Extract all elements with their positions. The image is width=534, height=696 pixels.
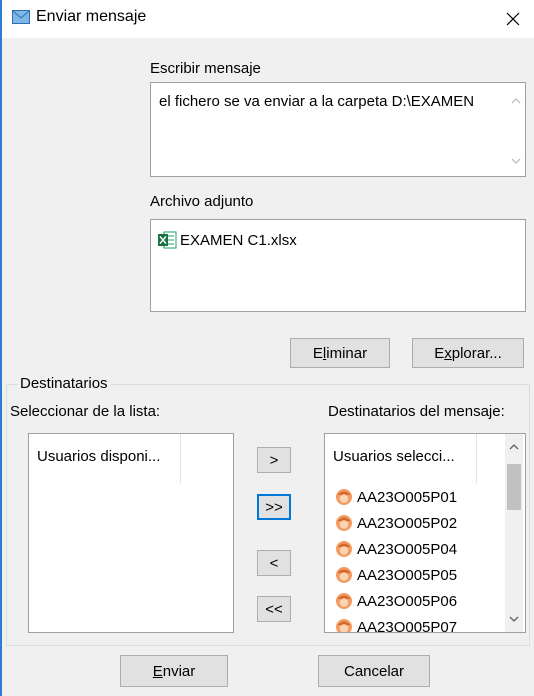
scroll-up-icon[interactable] xyxy=(505,438,523,456)
add-one-label: > xyxy=(269,451,279,469)
browse-attachment-button[interactable]: Explorar... xyxy=(412,338,524,368)
cancel-label: Cancelar xyxy=(343,662,405,680)
recipient-item[interactable]: AA23O005P06 xyxy=(335,588,457,614)
browse-attachment-label: Explorar... xyxy=(434,344,502,362)
remove-one-button[interactable]: < xyxy=(257,550,291,576)
close-icon xyxy=(506,12,520,26)
attachment-file-name: EXAMEN C1.xlsx xyxy=(180,231,297,249)
selected-users-column-header[interactable]: Usuarios selecci... xyxy=(325,434,477,484)
user-icon xyxy=(336,515,352,531)
window-title: Enviar mensaje xyxy=(36,8,147,25)
recipient-name: AA23O005P07 xyxy=(357,618,458,633)
recipients-group-label: Destinatarios xyxy=(17,375,111,392)
send-label: Enviar xyxy=(152,662,196,680)
selected-recipients-label: Destinatarios del mensaje: xyxy=(328,403,505,420)
user-icon xyxy=(336,541,352,557)
available-users-label: Seleccionar de la lista: xyxy=(10,403,161,420)
selected-recipients-list[interactable]: Usuarios selecci... AA23O005P01 AA23O005P… xyxy=(324,433,526,633)
add-all-label: >> xyxy=(265,498,283,516)
title-bar[interactable]: Enviar mensaje xyxy=(2,0,534,38)
attachment-list[interactable]: EXAMEN C1.xlsx xyxy=(150,219,526,312)
recipient-item[interactable]: AA23O005P05 xyxy=(335,562,457,588)
excel-file-icon xyxy=(158,231,177,249)
message-text: el fichero se va enviar a la carpeta D:\… xyxy=(159,93,475,110)
available-users-column-label: Usuarios disponi... xyxy=(37,448,161,465)
recipient-item[interactable]: AA23O005P04 xyxy=(335,536,457,562)
recipient-name: AA23O005P02 xyxy=(357,514,458,532)
recipients-scrollbar[interactable] xyxy=(505,434,523,632)
message-textarea[interactable]: el fichero se va enviar a la carpeta D:\… xyxy=(150,82,526,177)
scroll-down-icon[interactable] xyxy=(507,152,525,170)
envelope-icon xyxy=(12,10,30,24)
user-icon xyxy=(336,619,352,632)
remove-attachment-button[interactable]: Eliminar xyxy=(290,338,390,368)
recipients-scroll-thumb[interactable] xyxy=(507,464,521,510)
add-all-button[interactable]: >> xyxy=(257,494,291,520)
add-one-button[interactable]: > xyxy=(257,447,291,473)
send-message-dialog: Enviar mensaje Escribir mensaje el fiche… xyxy=(0,0,534,696)
remove-all-label: << xyxy=(265,600,283,618)
message-label: Escribir mensaje xyxy=(150,60,261,77)
available-users-column-header[interactable]: Usuarios disponi... xyxy=(29,434,181,484)
user-icon xyxy=(336,593,352,609)
send-button[interactable]: Enviar xyxy=(120,655,228,687)
scroll-up-icon[interactable] xyxy=(507,92,525,110)
cancel-button[interactable]: Cancelar xyxy=(318,655,430,687)
user-icon xyxy=(336,567,352,583)
recipient-item[interactable]: AA23O005P07 xyxy=(335,614,458,633)
available-users-list[interactable]: Usuarios disponi... xyxy=(28,433,234,633)
message-scrollbar[interactable] xyxy=(507,84,525,177)
scroll-down-icon[interactable] xyxy=(505,610,523,628)
recipient-name: AA23O005P06 xyxy=(357,592,458,610)
recipient-item[interactable]: AA23O005P01 xyxy=(335,484,457,510)
remove-all-button[interactable]: << xyxy=(257,596,291,622)
close-button[interactable] xyxy=(492,0,534,38)
remove-one-label: < xyxy=(269,554,279,572)
attachment-item[interactable]: EXAMEN C1.xlsx xyxy=(157,230,297,250)
recipient-item[interactable]: AA23O005P02 xyxy=(335,510,457,536)
selected-users-column-label: Usuarios selecci... xyxy=(333,448,455,465)
recipient-name: AA23O005P01 xyxy=(357,488,458,506)
user-icon xyxy=(336,489,352,505)
attachment-label: Archivo adjunto xyxy=(150,193,254,210)
recipient-name: AA23O005P04 xyxy=(357,540,458,558)
recipient-name: AA23O005P05 xyxy=(357,566,458,584)
remove-attachment-label: Eliminar xyxy=(312,344,368,362)
